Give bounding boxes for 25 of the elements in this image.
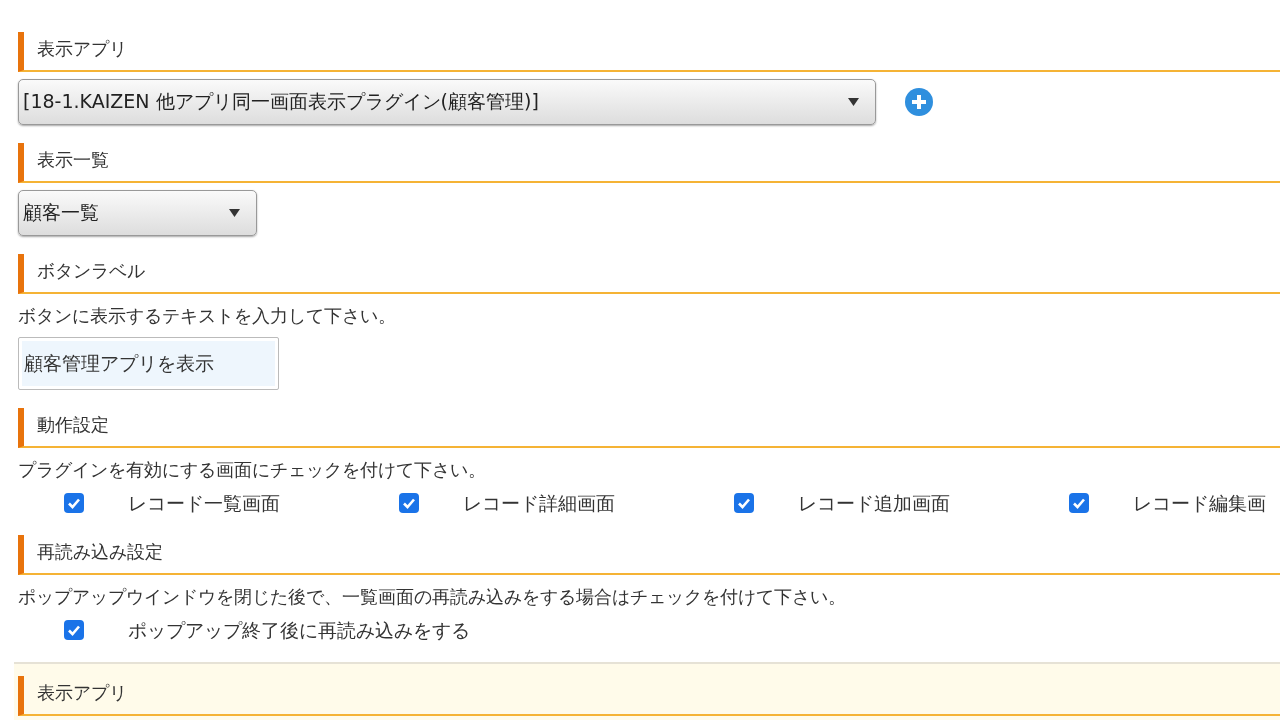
- dropdown[interactable]: 顧客一覧: [18, 190, 257, 236]
- checkbox[interactable]: [734, 493, 754, 513]
- checkbox-label: レコード追加画面: [798, 491, 950, 516]
- section-heading: 表示一覧: [37, 149, 109, 170]
- section-heading: ボタンラベル: [37, 260, 145, 281]
- instruction-text: ポップアップウインドウを閉じた後で、一覧画面の再読み込みをする場合はチェックを付けて下さい。: [18, 585, 847, 609]
- section-heading: 表示アプリ: [37, 38, 127, 59]
- checkbox-label: レコード編集画: [1133, 491, 1266, 516]
- section-heading: 表示アプリ: [37, 682, 127, 703]
- input-field[interactable]: 顧客管理アプリを表示: [18, 337, 279, 390]
- instruction-text: プラグインを有効にする画面にチェックを付けて下さい。: [18, 458, 487, 482]
- dropdown[interactable]: [18-1.KAIZEN 他アプリ同一画面表示プラグイン(顧客管理)]: [18, 79, 876, 125]
- checkbox-label: レコード一覧画面: [128, 491, 280, 516]
- checkbox[interactable]: [1069, 493, 1089, 513]
- checkbox[interactable]: [64, 620, 84, 640]
- section-heading: 動作設定: [37, 414, 109, 435]
- section-heading: 再読み込み設定: [37, 541, 163, 562]
- checkbox-label: ポップアップ終了後に再読み込みをする: [128, 618, 470, 643]
- caret-icon: [229, 209, 240, 217]
- instruction-text: ボタンに表示するテキストを入力して下さい。: [18, 304, 397, 328]
- add-icon[interactable]: [904, 87, 934, 117]
- checkbox[interactable]: [64, 493, 84, 513]
- checkbox-label: レコード詳細画面: [463, 491, 615, 516]
- caret-icon: [848, 98, 859, 106]
- checkbox[interactable]: [399, 493, 419, 513]
